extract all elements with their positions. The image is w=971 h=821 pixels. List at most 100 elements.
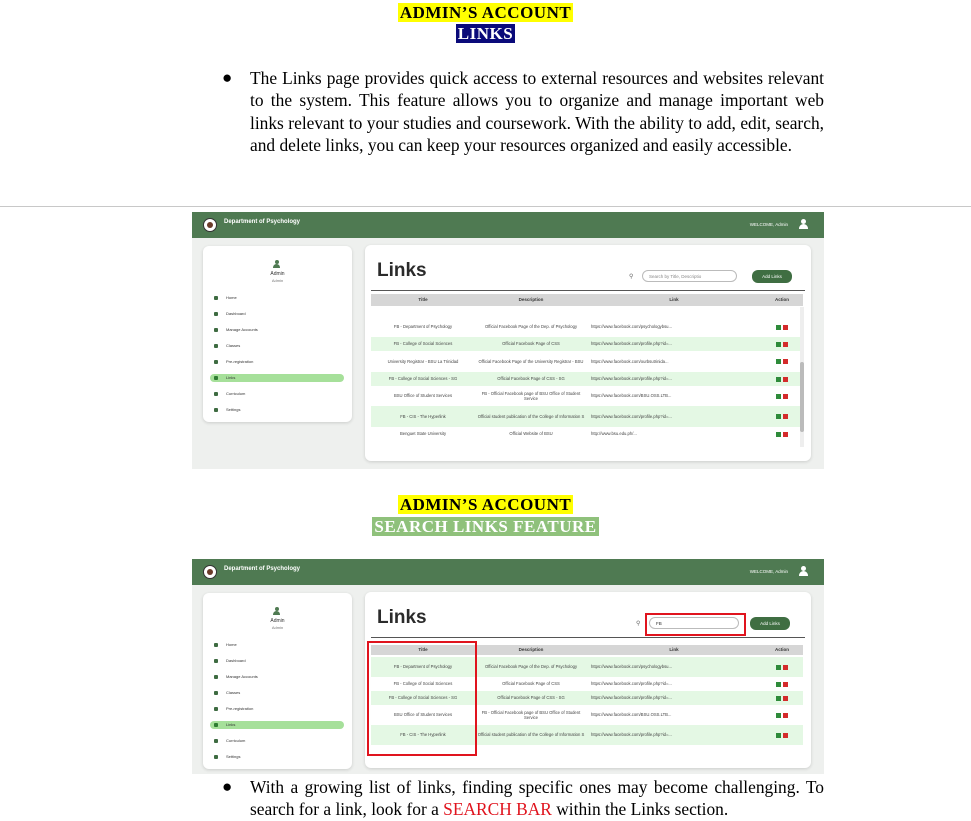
cell-link[interactable]: https://www.facebook.com/profile.php?id=… [587, 406, 765, 427]
edit-icon[interactable] [776, 376, 781, 382]
scrollbar[interactable] [800, 307, 804, 447]
cell-description: Official Website of BSU [509, 431, 553, 437]
delete-icon[interactable] [783, 695, 788, 701]
edit-icon[interactable] [776, 414, 781, 419]
edit-icon[interactable] [776, 732, 781, 738]
dashboard-icon [214, 312, 218, 316]
table-row: University Registrar - BSU La Trinidad Of… [371, 351, 803, 372]
sidebar: Admin Admin Home Dashboard Manage Accoun… [203, 593, 352, 769]
cell-action [761, 406, 803, 427]
cell-link[interactable]: https://www.facebook.com/BSU.OSS.LTB... [587, 386, 765, 406]
top-bar: Department of Psychology WELCOME, Admin [192, 559, 824, 585]
col-link: Link [669, 647, 679, 652]
search-bar-highlight-text: SEARCH BAR [443, 799, 552, 820]
sidebar-item-manage-accounts[interactable]: Manage Accounts [210, 326, 344, 334]
section2-subheading: SEARCH LINKS FEATURE [372, 517, 599, 536]
add-links-button[interactable]: Add Links [750, 617, 790, 630]
table-row: FB - College of Social Sciences Official … [371, 337, 803, 351]
cell-link[interactable]: https://www.facebook.com/profile.php?id=… [587, 725, 765, 745]
sidebar-item-links[interactable]: Links [210, 374, 344, 382]
cell-link[interactable]: https://www.facebook.com/profile.php?id=… [587, 677, 765, 691]
delete-icon[interactable] [783, 664, 788, 670]
sidebar-item-curriculum[interactable]: Curriculum [210, 737, 344, 745]
sidebar-item-home[interactable]: Home [210, 641, 344, 649]
admin-name: Admin [270, 271, 285, 277]
delete-icon[interactable] [783, 341, 788, 347]
edit-icon[interactable] [776, 341, 781, 347]
sidebar-item-settings[interactable]: Settings [210, 753, 344, 761]
table-row: BSU Office of Student Services FB - Offic… [371, 386, 803, 406]
welcome-text: WELCOME, Admin [749, 222, 788, 227]
sidebar-item-manage-accounts[interactable]: Manage Accounts [210, 673, 344, 681]
page-title: Links [377, 260, 427, 281]
links-panel: Links ⚲ Search by Title, Descriptio Add … [365, 245, 811, 461]
delete-icon[interactable] [783, 376, 788, 382]
top-bar: Department of Psychology WELCOME, Admin [192, 212, 824, 238]
cell-action [761, 386, 803, 406]
graduation-cap-icon [214, 739, 218, 743]
edit-icon[interactable] [776, 695, 781, 701]
edit-icon[interactable] [776, 681, 781, 687]
sidebar-item-classes[interactable]: Classes [210, 342, 344, 350]
search-input[interactable]: ⚲ Search by Title, Descriptio [629, 270, 737, 282]
sidebar-item-dashboard[interactable]: Dashboard [210, 657, 344, 665]
edit-icon[interactable] [776, 664, 781, 670]
cell-link[interactable]: https://www.facebook.com/psychologybsu..… [587, 317, 765, 337]
cell-action [761, 317, 803, 337]
sidebar-item-home[interactable]: Home [210, 294, 344, 302]
user-icon[interactable] [799, 566, 808, 576]
department-logo [203, 218, 217, 232]
delete-icon[interactable] [783, 324, 788, 330]
cell-link[interactable]: https://www.facebook.com/psychologybsu..… [587, 657, 765, 677]
delete-icon[interactable] [783, 712, 788, 718]
cell-action [761, 705, 803, 725]
section2-heading: ADMIN’S ACCOUNT [397, 495, 574, 514]
cell-link[interactable]: https://www.facebook.com/profile.php?id=… [587, 691, 765, 705]
cell-link[interactable]: https://www.facebook.com/profile.php?id=… [587, 372, 765, 386]
cell-description: Official student publication of the Coll… [477, 732, 585, 738]
delete-icon[interactable] [783, 431, 788, 437]
edit-icon[interactable] [776, 393, 781, 399]
cell-link[interactable]: https://www.facebook.com/BSU.OSS.LTB... [587, 705, 765, 725]
delete-icon[interactable] [783, 732, 788, 738]
sidebar-item-settings[interactable]: Settings [210, 406, 344, 414]
delete-icon[interactable] [783, 681, 788, 687]
user-icon[interactable] [799, 219, 808, 229]
sidebar-item-links[interactable]: Links [210, 721, 344, 729]
admin-name: Admin [270, 618, 285, 624]
avatar-icon [273, 607, 280, 615]
sidebar-item-pre-registration[interactable]: Pre-registration [210, 358, 344, 366]
sidebar-item-classes[interactable]: Classes [210, 689, 344, 697]
edit-icon[interactable] [776, 431, 781, 437]
cell-link[interactable]: https://www.facebook.com/ourbsutrinida..… [587, 351, 765, 372]
edit-icon[interactable] [776, 359, 781, 364]
cell-link[interactable]: https://www.facebook.com/profile.php?id=… [587, 337, 765, 351]
book-icon [214, 691, 218, 695]
col-action: Action [775, 647, 789, 652]
cell-title: FB - Department of Psychology [393, 324, 453, 330]
link-icon [214, 723, 218, 727]
delete-icon[interactable] [783, 414, 788, 419]
table-row: FB - College of Social Sciences - SG Offi… [371, 372, 803, 386]
table-row: FB - Department of Psychology Official Fa… [371, 317, 803, 337]
graduation-cap-icon [214, 392, 218, 396]
bullet-2: ● [222, 777, 233, 796]
cell-link[interactable]: http://www.bsu.edu.ph/... [587, 427, 765, 441]
col-title: Title [418, 297, 428, 302]
page-title: Links [377, 607, 427, 628]
delete-icon[interactable] [783, 393, 788, 399]
home-icon [214, 296, 218, 300]
add-links-button[interactable]: Add Links [752, 270, 792, 283]
sidebar-item-curriculum[interactable]: Curriculum [210, 390, 344, 398]
page-divider [0, 206, 971, 207]
users-icon [214, 675, 218, 679]
cell-description: Official Facebook Page of the Dep. of Ps… [484, 324, 578, 330]
sidebar-item-dashboard[interactable]: Dashboard [210, 310, 344, 318]
sidebar-item-pre-registration[interactable]: Pre-registration [210, 705, 344, 713]
edit-icon[interactable] [776, 712, 781, 718]
cell-description: Official Facebook Page of the Dep. of Ps… [484, 664, 578, 670]
delete-icon[interactable] [783, 359, 788, 364]
edit-icon[interactable] [776, 324, 781, 330]
cell-action [761, 427, 803, 441]
sidebar: Admin Admin Home Dashboard Manage Accoun… [203, 246, 352, 422]
